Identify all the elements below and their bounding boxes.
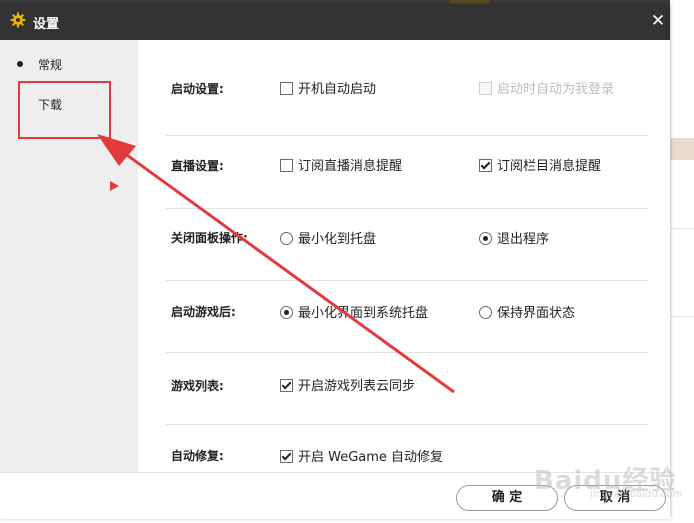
option-label: 启动时自动为我登录 (497, 82, 615, 97)
settings-row-close-panel: 关闭面板操作: 最小化到托盘 退出程序 (138, 209, 670, 280)
baidu-watermark-url: jingyan.baidu.com (590, 489, 683, 500)
radio-circle (280, 306, 293, 319)
checkbox-box (479, 159, 492, 172)
option-label: 最小化界面到系统托盘 (298, 306, 429, 321)
option-label: 保持界面状态 (497, 306, 576, 321)
background-right-strip (670, 138, 694, 160)
background-right-line (670, 228, 694, 229)
background-right-line (670, 316, 694, 317)
radio-circle (479, 232, 492, 245)
checkbox-box (479, 82, 492, 95)
annotation-highlight-box (18, 81, 111, 139)
autostart-checkbox[interactable]: 开机自动启动 (280, 78, 376, 97)
auto-repair-checkbox[interactable]: 开启 WeGame 自动修复 (280, 446, 443, 465)
settings-row-game-list: 游戏列表: 开启游戏列表云同步 (138, 353, 670, 424)
minimize-to-tray-radio[interactable]: 最小化到托盘 (280, 228, 376, 247)
dialog-title: 设置 (33, 17, 60, 32)
sidebar-item-general[interactable]: 常规 (0, 49, 138, 79)
keep-ui-state-radio[interactable]: 保持界面状态 (479, 302, 575, 321)
live-notify-checkbox[interactable]: 订阅直播消息提醒 (280, 155, 402, 174)
selected-dot-icon (17, 61, 23, 67)
title-bar: 设置 ✕ (0, 4, 670, 40)
radio-circle (479, 306, 492, 319)
option-label: 最小化到托盘 (298, 232, 377, 247)
checkbox-box (280, 82, 293, 95)
option-label: 开启游戏列表云同步 (298, 379, 416, 394)
column-notify-checkbox[interactable]: 订阅栏目消息提醒 (479, 155, 601, 174)
option-label: 订阅直播消息提醒 (298, 159, 403, 174)
game-list-sync-checkbox[interactable]: 开启游戏列表云同步 (280, 375, 415, 394)
option-label: 退出程序 (497, 232, 550, 247)
close-button[interactable]: ✕ (648, 11, 668, 31)
sidebar-item-label: 常规 (38, 58, 63, 72)
minimize-ui-to-tray-radio[interactable]: 最小化界面到系统托盘 (280, 302, 428, 321)
row-label: 直播设置: (171, 159, 224, 173)
background-right (670, 0, 694, 523)
option-label: 订阅栏目消息提醒 (497, 159, 602, 174)
auto-login-checkbox: 启动时自动为我登录 (479, 78, 614, 97)
settings-content: 启动设置: 开机自动启动 启动时自动为我登录 直播设置: 订阅直播消息提醒 订阅… (138, 40, 670, 472)
exit-program-radio[interactable]: 退出程序 (479, 228, 549, 247)
settings-row-after-game-launch: 启动游戏后: 最小化界面到系统托盘 保持界面状态 (138, 281, 670, 352)
row-label: 关闭面板操作: (171, 231, 248, 245)
checkbox-box (280, 450, 293, 463)
checkbox-box (280, 379, 293, 392)
radio-circle (280, 232, 293, 245)
red-triangle-icon (110, 181, 119, 191)
row-label: 启动设置: (171, 82, 224, 96)
settings-row-startup: 启动设置: 开机自动启动 启动时自动为我登录 (138, 40, 670, 114)
option-label: 开启 WeGame 自动修复 (298, 450, 444, 465)
option-label: 开机自动启动 (298, 82, 377, 97)
checkbox-box (280, 159, 293, 172)
gear-icon (10, 12, 26, 28)
row-label: 启动游戏后: (171, 305, 236, 319)
close-icon: ✕ (650, 11, 666, 31)
settings-row-live: 直播设置: 订阅直播消息提醒 订阅栏目消息提醒 (138, 136, 670, 208)
row-label: 游戏列表: (171, 379, 224, 393)
row-label: 自动修复: (171, 449, 224, 463)
